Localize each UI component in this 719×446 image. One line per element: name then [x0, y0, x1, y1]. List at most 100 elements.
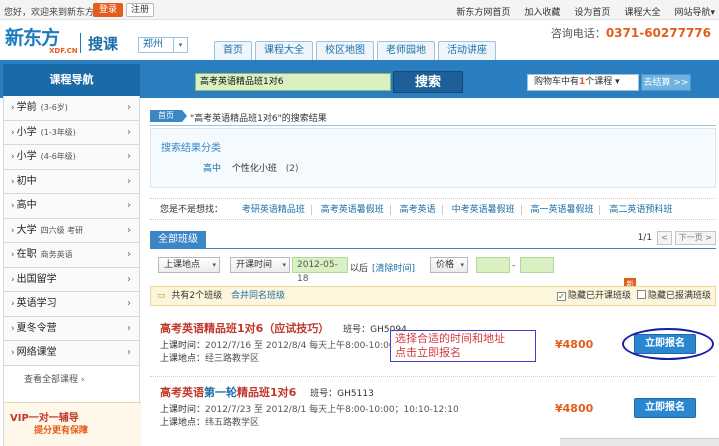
course-title-suffix: （应试技巧） [263, 322, 330, 335]
course-title[interactable]: 高考英语精品班1对6（应试技巧） 班号：GH5094 [160, 320, 407, 336]
sidebar-item-english[interactable]: › 英语学习 › [4, 292, 139, 317]
nav-campus-map[interactable]: 校区地图 [316, 41, 374, 60]
course-time-value: 2012/7/16 至 2012/8/4 每天上午8:00-10:00 [205, 341, 395, 351]
result-tabbar: 全部班级 1/1 < 下一页 > [150, 229, 716, 249]
bullet-icon: › [11, 201, 15, 211]
course-title-mid: 第一轮 [204, 386, 237, 399]
nav-events[interactable]: 活动讲座 [438, 41, 496, 60]
breadcrumb-divider [150, 125, 716, 126]
category-level: 高中 [203, 164, 222, 174]
sidebar-item-sub: 四六级 考研 [40, 225, 84, 235]
city-selector[interactable]: 郑州 ▾ [138, 37, 188, 53]
price-dash: - [512, 261, 516, 271]
category-count: (2) [285, 164, 299, 174]
sidebar-item-junior-high[interactable]: › 初中 › [4, 169, 139, 194]
bullet-icon: › [11, 152, 15, 162]
course-item: 高考英语第一轮精品班1对6 班号：GH5113 上课时间：2012/7/23 至… [150, 384, 716, 434]
sidebar-item-label: 初中 [16, 175, 37, 187]
sidebar-item-working[interactable]: › 在职 商务英语 › [4, 243, 139, 268]
chevron-down-icon: ▾ [615, 77, 620, 87]
breadcrumb-home[interactable]: 首页 [150, 110, 182, 122]
sidebar-item-label: 高中 [16, 200, 37, 211]
annotation-line-1: 选择合适的时间和地址 [395, 332, 505, 345]
course-title[interactable]: 高考英语第一轮精品班1对6 班号：GH5113 [160, 384, 374, 400]
register-button[interactable]: 注册 [126, 3, 154, 17]
bullet-icon: › [11, 176, 15, 187]
sidebar-item-camps[interactable]: › 夏冬令营 › [4, 316, 139, 341]
tab-all-classes[interactable]: 全部班级 [150, 231, 206, 249]
location-filter-select[interactable]: 上课地点 ▾ [158, 257, 220, 273]
login-button[interactable]: 登录 [93, 3, 123, 17]
sidebar-item-study-abroad[interactable]: › 出国留学 › [4, 267, 139, 292]
sidebar-item-primary-1-3[interactable]: › 小学 (1-3年级) › [4, 120, 139, 145]
nav-course-catalog[interactable]: 课程大全 [255, 41, 313, 60]
start-date-input[interactable]: 2012-05-18 [292, 257, 348, 284]
hide-started-checkbox[interactable]: ✓ 隐藏已开课班级 [556, 287, 631, 305]
suggestion-link[interactable]: 中考英语暑假班 [445, 205, 522, 215]
sidebar-item-university[interactable]: › 大学 四六级 考研 › [4, 218, 139, 243]
location-filter-label: 上课地点 [164, 260, 201, 270]
cart-summary[interactable]: 购物车中有1个课程 ▾ [527, 74, 639, 91]
chevron-down-icon: ▾ [212, 261, 216, 269]
merge-same-name-link[interactable]: 合并同名班级 [231, 291, 285, 301]
sidebar-item-sub: (1-3年级) [40, 127, 76, 137]
view-all-courses-link[interactable]: 查看全部课程 › [4, 366, 139, 394]
start-time-filter-select[interactable]: 开课时间 ▾ [230, 257, 290, 273]
sidebar-item-label: 夏冬令营 [16, 322, 57, 334]
chevron-right-icon: › [127, 151, 131, 162]
filter-bar: 上课地点 ▾ 开课时间 ▾ 2012-05-18 以后 [清除时间] 价格 ▾ - [150, 252, 716, 284]
logo-text-cn: 新东方 [5, 27, 60, 49]
vip-tutoring-banner[interactable]: VIP一对一辅导 提分更有保障 [4, 402, 141, 446]
bullet-icon: › [11, 348, 15, 358]
suggestion-link[interactable]: 高二英语预科班 [603, 205, 678, 215]
suggestion-link[interactable]: 高考英语暑假班 [314, 205, 391, 215]
logo-text-en: XDF.CN [49, 47, 78, 55]
sidebar-item-label: 大学 [16, 224, 37, 236]
xdf-logo[interactable]: 新东方 XDF.CN [5, 27, 78, 55]
bullet-icon: › [11, 225, 15, 236]
bullet-icon: › [11, 274, 15, 285]
course-location-value: 纬五路教学区 [205, 418, 260, 428]
suggestion-link[interactable]: 高考英语 [393, 205, 443, 215]
price-min-input[interactable] [476, 257, 510, 273]
link-add-favorite[interactable]: 加入收藏 [524, 5, 560, 18]
checkout-button[interactable]: 去结算 >> [641, 74, 691, 91]
clear-time-link[interactable]: [清除时间] [372, 261, 415, 274]
price-max-input[interactable] [520, 257, 554, 273]
next-page-button[interactable]: 下一页 > [674, 231, 716, 245]
sidebar-item-online[interactable]: › 网络课堂 › [4, 341, 139, 366]
link-set-home[interactable]: 设为首页 [574, 5, 610, 18]
category-link-small-class[interactable]: 个性化小班 [232, 164, 277, 174]
enroll-now-button[interactable]: 立即报名 [634, 398, 696, 418]
course-location: 上课地点：纬五路教学区 [160, 415, 259, 428]
prev-page-button[interactable]: < [657, 231, 672, 245]
search-button[interactable]: 搜索 [393, 71, 463, 93]
bullet-icon: › [11, 299, 15, 309]
class-number: 班号：GH5113 [310, 389, 374, 399]
sidebar-item-preschool[interactable]: › 学前 (3-6岁) › [4, 96, 139, 121]
after-label: 以后 [350, 264, 369, 274]
hide-full-checkbox[interactable]: 隐藏已报满班级 [636, 287, 711, 305]
price-filter-select[interactable]: 价格 ▾ [430, 257, 468, 273]
hide-started-label: 隐藏已开课班级 [567, 291, 631, 301]
nav-home[interactable]: 首页 [214, 41, 252, 60]
sidebar-item-primary-4-6[interactable]: › 小学 (4-6年级) › [4, 145, 139, 170]
suggestion-link[interactable]: 考研英语精品班 [235, 205, 312, 215]
link-course-catalog[interactable]: 课程大全 [624, 5, 660, 18]
vip-subtitle: 提分更有保障 [34, 426, 89, 436]
nav-teachers[interactable]: 老师园地 [377, 41, 435, 60]
link-site-nav[interactable]: 网站导航▾ [674, 5, 715, 18]
sidebar-item-label: 小学 [16, 126, 37, 138]
breadcrumb-current: "高考英语精品班1对6"的搜索结果 [190, 114, 327, 124]
sidebar-item-sub: 商务英语 [40, 250, 73, 259]
cart-prefix: 购物车中有 [534, 77, 580, 87]
top-links: 新东方网首页 加入收藏 设为首页 课程大全 网站导航▾ [456, 5, 715, 18]
folder-icon: ▭ [157, 291, 166, 301]
suggestion-link[interactable]: 高一英语暑假班 [524, 205, 601, 215]
link-xdf-home[interactable]: 新东方网首页 [456, 5, 510, 18]
course-price: ¥4800 [555, 402, 594, 415]
hide-options: ✓ 隐藏已开课班级 隐藏已报满班级 [556, 287, 711, 305]
sidebar-item-senior-high[interactable]: › 高中 › [4, 194, 139, 219]
category-nav-header: 课程导航 [3, 64, 140, 96]
search-input[interactable]: 高考英语精品班1对6 [195, 73, 391, 91]
